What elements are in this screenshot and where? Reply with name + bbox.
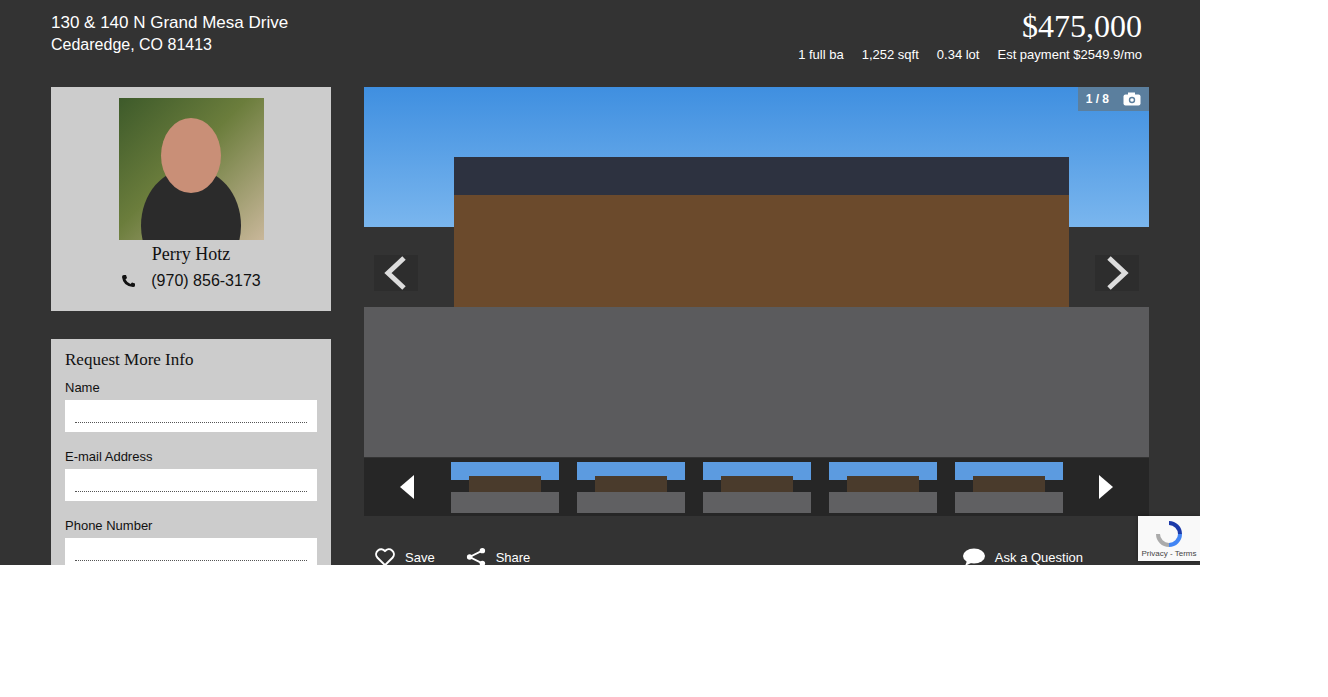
prev-photo-button[interactable] bbox=[374, 255, 418, 291]
sidebar: Perry Hotz (970) 856-3173 Request More I… bbox=[51, 87, 331, 565]
city-line: Cedaredge, CO 81413 bbox=[51, 34, 288, 56]
text-input[interactable] bbox=[65, 538, 317, 565]
listing-page: 130 & 140 N Grand Mesa Drive Cedaredge, … bbox=[0, 0, 1200, 565]
stat: Est payment $2549.9/mo bbox=[997, 47, 1142, 62]
action-button[interactable]: Share bbox=[465, 547, 531, 565]
thumbnail[interactable] bbox=[703, 462, 811, 513]
chevron-right-icon bbox=[1104, 256, 1130, 290]
stat: 0.34 lot bbox=[937, 47, 980, 62]
agent-name: Perry Hotz bbox=[152, 244, 230, 265]
listing-header: 130 & 140 N Grand Mesa Drive Cedaredge, … bbox=[0, 0, 1200, 75]
action-button[interactable]: Save bbox=[374, 547, 435, 565]
phone-icon bbox=[121, 274, 137, 288]
field-label: E-mail Address bbox=[65, 448, 317, 466]
field-label: Name bbox=[65, 379, 317, 397]
chat-icon bbox=[962, 547, 986, 565]
stat: 1 full ba bbox=[798, 47, 844, 62]
gallery: 1 / 8 Save Share Ask a Question bbox=[364, 87, 1149, 565]
thumbs-next-button[interactable] bbox=[1063, 475, 1150, 499]
info-form: Request More Info Name E-mail Address Ph… bbox=[51, 339, 331, 565]
thumbnail[interactable] bbox=[829, 462, 937, 513]
next-photo-button[interactable] bbox=[1095, 255, 1139, 291]
text-input[interactable] bbox=[65, 400, 317, 432]
photo-counter: 1 / 8 bbox=[1078, 87, 1149, 111]
stats: 1 full ba 1,252 sqft 0.34 lot Est payment $… bbox=[798, 47, 1142, 62]
address: 130 & 140 N Grand Mesa Drive bbox=[51, 12, 288, 34]
recaptcha-links[interactable]: Privacy - Terms bbox=[1142, 549, 1197, 558]
recaptcha-icon bbox=[1155, 520, 1183, 548]
address-block: 130 & 140 N Grand Mesa Drive Cedaredge, … bbox=[51, 12, 288, 75]
price: $475,000 bbox=[798, 12, 1142, 40]
text-input[interactable] bbox=[65, 469, 317, 501]
action-button[interactable]: Ask a Question bbox=[962, 547, 1083, 565]
main-photo: 1 / 8 bbox=[364, 87, 1149, 458]
thumbnail-strip bbox=[364, 458, 1149, 516]
price-block: $475,000 1 full ba 1,252 sqft 0.34 lot Est … bbox=[798, 12, 1142, 75]
thumbnail[interactable] bbox=[955, 462, 1063, 513]
action-bar: Save Share Ask a Question bbox=[364, 516, 1149, 565]
thumbnail[interactable] bbox=[451, 462, 559, 513]
triangle-left-icon bbox=[400, 475, 414, 499]
stat: 1,252 sqft bbox=[862, 47, 919, 62]
agent-phone[interactable]: (970) 856-3173 bbox=[121, 272, 260, 290]
thumbnail[interactable] bbox=[577, 462, 685, 513]
agent-card: Perry Hotz (970) 856-3173 bbox=[51, 87, 331, 311]
chevron-left-icon bbox=[383, 256, 409, 290]
listing-body: Perry Hotz (970) 856-3173 Request More I… bbox=[0, 87, 1200, 565]
form-title: Request More Info bbox=[65, 349, 317, 371]
agent-photo bbox=[119, 98, 264, 240]
thumbs-prev-button[interactable] bbox=[364, 475, 451, 499]
camera-icon bbox=[1123, 92, 1141, 106]
heart-icon bbox=[374, 547, 396, 565]
field-label: Phone Number bbox=[65, 517, 317, 535]
share-icon bbox=[465, 547, 487, 565]
triangle-right-icon bbox=[1099, 475, 1113, 499]
recaptcha-badge[interactable]: Privacy - Terms bbox=[1138, 516, 1200, 561]
